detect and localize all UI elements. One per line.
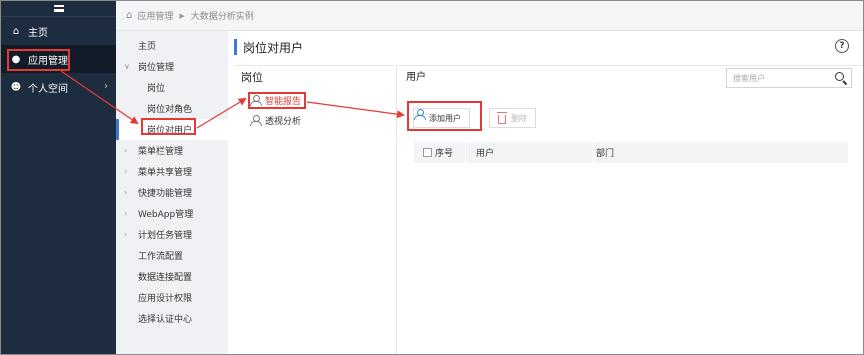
submenu-item-label: 主页	[138, 42, 157, 52]
nav-item-label: 主页	[28, 27, 48, 39]
hamburger-icon	[53, 5, 64, 12]
menu-toggle[interactable]	[1, 1, 116, 17]
submenu-item-label: 岗位管理	[138, 63, 175, 73]
nav-item-personal-space[interactable]: ☻ 个人空间 ›	[1, 73, 116, 101]
delete-label: 删除	[511, 113, 527, 123]
submenu-item-label: 应用设计权限	[138, 294, 193, 304]
submenu-item-label: 数据连接配置	[138, 273, 193, 283]
submenu-item-label: 快捷功能管理	[138, 189, 193, 199]
chevron-right-icon: ›	[124, 188, 128, 197]
highlight-post-smart-report	[248, 92, 306, 109]
help-icon-glyph: ?	[839, 41, 845, 51]
submenu-item-menu-share[interactable]: › 菜单共享管理	[116, 161, 228, 182]
submenu-item-label: 菜单共享管理	[138, 168, 193, 178]
submenu-item-auth-center[interactable]: 选择认证中心	[116, 308, 228, 329]
submenu-item-label: 选择认证中心	[138, 315, 193, 325]
user-table: 序号 用户 部门	[413, 142, 848, 163]
submenu-item-post-to-role[interactable]: 岗位对角色	[116, 98, 228, 119]
post-item-pivot-analysis[interactable]: 透视分析	[234, 110, 396, 130]
user-search	[726, 68, 852, 88]
highlight-add-user-button	[407, 101, 482, 131]
app-window: ⌂ 主页 ● 应用管理 ☻ 个人空间 › ⌂ 应用管理 ▶ 大数据分析实例 主页…	[0, 0, 864, 355]
breadcrumb-separator-icon: ▶	[179, 11, 185, 20]
highlight-nav-app-management	[7, 49, 70, 71]
breadcrumb-item: 大数据分析实例	[190, 12, 254, 22]
submenu-item-design-permission[interactable]: 应用设计权限	[116, 287, 228, 308]
home-icon[interactable]: ⌂	[126, 10, 132, 21]
submenu-item-data-connection[interactable]: 数据连接配置	[116, 266, 228, 287]
submenu-item-post[interactable]: 岗位	[116, 77, 228, 98]
submenu-item-label: 工作流配置	[138, 252, 184, 262]
highlight-submenu-post-to-user	[141, 118, 196, 135]
column-header-department: 部门	[593, 142, 848, 163]
sub-menu: 主页 ∨ 岗位管理 岗位 岗位对角色 岗位对用户 › 菜单栏管理 › 菜单共享管理 ›…	[116, 31, 228, 354]
nav-item-label: 个人空间	[28, 83, 68, 95]
chevron-right-icon: ›	[104, 81, 108, 92]
column-label: 序号	[435, 149, 454, 159]
post-panel-header: 岗位	[241, 71, 263, 84]
chevron-right-icon: ›	[124, 209, 128, 218]
submenu-item-label: 岗位	[147, 84, 166, 94]
user-icon	[250, 115, 262, 126]
submenu-item-label: 菜单栏管理	[138, 147, 184, 157]
delete-button[interactable]: 删除	[489, 108, 536, 128]
trash-icon	[497, 111, 507, 124]
search-input[interactable]	[727, 69, 831, 87]
main-content: 岗位对用户 ? 岗位 智能报告 透视分析 用户 添加用户	[228, 31, 863, 354]
column-label: 用户	[476, 149, 495, 159]
chevron-right-icon: ›	[124, 167, 128, 176]
submenu-item-home[interactable]: 主页	[116, 35, 228, 56]
submenu-item-label: 计划任务管理	[138, 231, 193, 241]
post-item-label: 透视分析	[265, 116, 302, 127]
search-icon[interactable]	[835, 72, 847, 84]
chevron-right-icon: ›	[124, 146, 128, 155]
submenu-item-workflow[interactable]: 工作流配置	[116, 245, 228, 266]
home-icon: ⌂	[12, 25, 20, 37]
submenu-item-label: WebApp管理	[138, 210, 194, 220]
nav-item-home[interactable]: ⌂ 主页	[1, 17, 116, 45]
chevron-right-icon: ›	[124, 230, 128, 239]
page-title: 岗位对用户	[234, 39, 303, 55]
submenu-item-shortcuts[interactable]: › 快捷功能管理	[116, 182, 228, 203]
submenu-item-post-management[interactable]: ∨ 岗位管理	[116, 56, 228, 77]
column-header-user: 用户	[465, 142, 594, 163]
breadcrumb-item[interactable]: 应用管理	[137, 9, 173, 22]
submenu-item-label: 岗位对角色	[147, 105, 193, 115]
table-header-row: 序号 用户 部门	[413, 142, 848, 163]
user-icon: ☻	[10, 81, 22, 93]
column-header-index: 序号	[413, 142, 466, 163]
help-icon[interactable]: ?	[835, 39, 849, 53]
submenu-item-scheduled-tasks[interactable]: › 计划任务管理	[116, 224, 228, 245]
select-all-checkbox[interactable]	[423, 148, 432, 157]
chevron-down-icon: ∨	[124, 62, 130, 71]
submenu-item-webapp[interactable]: › WebApp管理	[116, 203, 228, 224]
column-label: 部门	[596, 149, 615, 159]
submenu-item-menubar[interactable]: › 菜单栏管理	[116, 140, 228, 161]
breadcrumb: ⌂ 应用管理 ▶ 大数据分析实例	[116, 1, 863, 31]
